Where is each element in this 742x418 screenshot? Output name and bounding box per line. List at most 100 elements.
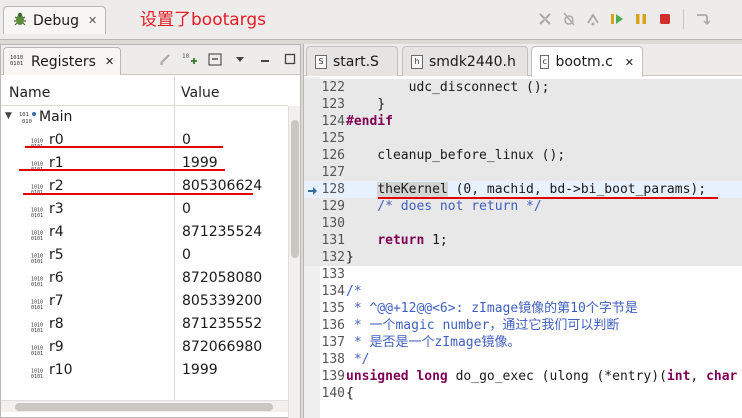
expand-arrow-icon[interactable]: ▼ xyxy=(5,111,12,121)
registers-actions: 10 xyxy=(157,51,298,67)
tab-label: start.S xyxy=(333,53,379,70)
line-number: 128 xyxy=(321,182,345,197)
header-file-icon: h xyxy=(411,54,423,69)
tab-start-s[interactable]: S start.S xyxy=(306,46,398,76)
code-text: { xyxy=(346,386,354,401)
scrollbar-thumb[interactable] xyxy=(15,403,273,411)
code-line: 137 * 是否是一个zImage镜像。 xyxy=(304,334,742,351)
register-row[interactable]: 10100101r11999 xyxy=(1,152,288,175)
register-row[interactable]: 1010 0101 r8 871235552 xyxy=(1,313,288,336)
code-line: 133 xyxy=(304,266,742,283)
line-number: 139 xyxy=(321,369,345,384)
code-line: 127 xyxy=(304,164,742,181)
code-editor[interactable]: 122 udc_disconnect (); 123 } 124 #endif 125 1… xyxy=(304,77,742,418)
column-header-name[interactable]: Name xyxy=(9,81,50,105)
svg-text:0101: 0101 xyxy=(10,61,23,66)
tab-smdk2440-h[interactable]: h smdk2440.h xyxy=(402,46,528,76)
disconnect-icon[interactable] xyxy=(536,9,554,29)
register-name: r4 xyxy=(49,224,64,240)
close-icon[interactable]: ✕ xyxy=(625,56,634,69)
register-group-label: Main xyxy=(39,109,73,125)
scrollbar-thumb[interactable] xyxy=(291,120,299,258)
register-row[interactable]: 1010 0101 r9 872066980 xyxy=(1,336,288,359)
code-line: 135 * ^@@+12@@<6>: zImage镜像的第10个字节是 xyxy=(304,300,742,317)
line-number: 124 xyxy=(321,114,345,129)
registers-tab[interactable]: 1010 0101 Registers ✕ xyxy=(3,47,122,75)
step-into-icon[interactable] xyxy=(693,9,711,29)
register-row[interactable]: 1010 0101 r4 871235524 xyxy=(1,221,288,244)
code-line: 138 */ xyxy=(304,351,742,368)
code-text: * 是否是一个zImage镜像。 xyxy=(346,335,521,350)
registers-vertical-scrollbar[interactable] xyxy=(288,106,300,418)
terminate-icon[interactable] xyxy=(656,9,674,29)
registers-tab-label: Registers xyxy=(31,53,96,70)
line-number: 135 xyxy=(321,301,345,316)
register-value[interactable]: 0 xyxy=(182,201,191,217)
register-value[interactable]: 871235524 xyxy=(182,224,262,240)
line-number: 127 xyxy=(321,165,345,180)
tab-bootm-c[interactable]: c bootm.c ✕ xyxy=(531,46,643,77)
register-value[interactable]: 0 xyxy=(182,247,191,263)
annotation-underline xyxy=(19,169,225,171)
code-text: unsigned long do_go_exec (ulong (*entry)… xyxy=(346,369,738,384)
close-icon[interactable]: ✕ xyxy=(88,14,97,27)
line-number: 140 xyxy=(321,386,345,401)
minimize-icon[interactable] xyxy=(257,51,273,67)
c-file-icon: c xyxy=(540,55,550,69)
toolbar-separator xyxy=(683,9,684,29)
line-number: 125 xyxy=(321,131,345,146)
register-row[interactable]: 10100101r00 xyxy=(1,129,288,152)
svg-text:0101: 0101 xyxy=(31,351,43,355)
resume-icon[interactable] xyxy=(608,9,626,29)
clear-icon[interactable] xyxy=(157,51,173,67)
code-text: /* does not return */ xyxy=(346,199,542,214)
view-menu-icon[interactable] xyxy=(232,51,248,67)
code-line: 139 unsigned long do_go_exec (ulong (*ent… xyxy=(304,368,742,385)
svg-text:0101: 0101 xyxy=(31,213,43,217)
svg-text:10: 10 xyxy=(182,53,190,60)
skip-breakpoints-icon[interactable] xyxy=(560,9,578,29)
collapse-all-icon[interactable] xyxy=(207,51,223,67)
register-row[interactable]: 1010 0101 r7 805339200 xyxy=(1,290,288,313)
line-number: 138 xyxy=(321,352,345,367)
register-value[interactable]: 805306624 xyxy=(182,178,262,194)
bug-icon xyxy=(12,11,28,31)
annotation-underline xyxy=(378,197,718,199)
code-text: * ^@@+12@@<6>: zImage镜像的第10个字节是 xyxy=(346,301,638,316)
register-row[interactable]: 1010 0101 r3 0 xyxy=(1,198,288,221)
add-register-icon[interactable]: 10 xyxy=(182,51,198,67)
registers-tree: ▼ 101010 Main 10100101r0010100101r11999 1… xyxy=(1,106,288,400)
register-row[interactable]: 1010 0101 r6 872058080 xyxy=(1,267,288,290)
code-text: /* xyxy=(346,284,362,299)
register-value[interactable]: 1999 xyxy=(182,362,218,378)
register-name: r9 xyxy=(49,339,64,355)
tab-label: bootm.c xyxy=(555,54,613,70)
line-number: 133 xyxy=(321,267,345,282)
code-line: 134/* xyxy=(304,283,742,300)
register-row[interactable]: 1010 0101 r10 1999 xyxy=(1,359,288,382)
svg-text:0101: 0101 xyxy=(31,328,43,332)
register-value[interactable]: 872058080 xyxy=(182,270,262,286)
line-number: 130 xyxy=(321,216,345,231)
register-group-main[interactable]: ▼ 101 010 Main xyxy=(1,106,288,129)
step-return-icon[interactable] xyxy=(584,9,602,29)
svg-text:010: 010 xyxy=(22,119,32,124)
register-name: r2 xyxy=(49,178,64,194)
debug-tab[interactable]: Debug ✕ xyxy=(3,6,107,34)
column-header-value[interactable]: Value xyxy=(181,81,219,105)
register-icon: 10100101 xyxy=(31,251,47,267)
maximize-icon[interactable] xyxy=(282,51,298,67)
registers-horizontal-scrollbar[interactable] xyxy=(1,400,288,412)
register-row[interactable]: 1010 0101 r5 0 xyxy=(1,244,288,267)
register-value[interactable]: 871235552 xyxy=(182,316,262,332)
code-line: 122 udc_disconnect (); xyxy=(304,79,742,96)
suspend-icon[interactable] xyxy=(632,9,650,29)
debug-toolbar xyxy=(536,9,711,29)
line-number: 122 xyxy=(321,80,345,95)
close-icon[interactable]: ✕ xyxy=(105,55,114,68)
code-line: 129 /* does not return */ xyxy=(304,198,742,215)
code-text: } xyxy=(346,97,386,112)
register-value[interactable]: 805339200 xyxy=(182,293,262,309)
code-line: 126 cleanup_before_linux (); xyxy=(304,147,742,164)
register-value[interactable]: 872066980 xyxy=(182,339,262,355)
